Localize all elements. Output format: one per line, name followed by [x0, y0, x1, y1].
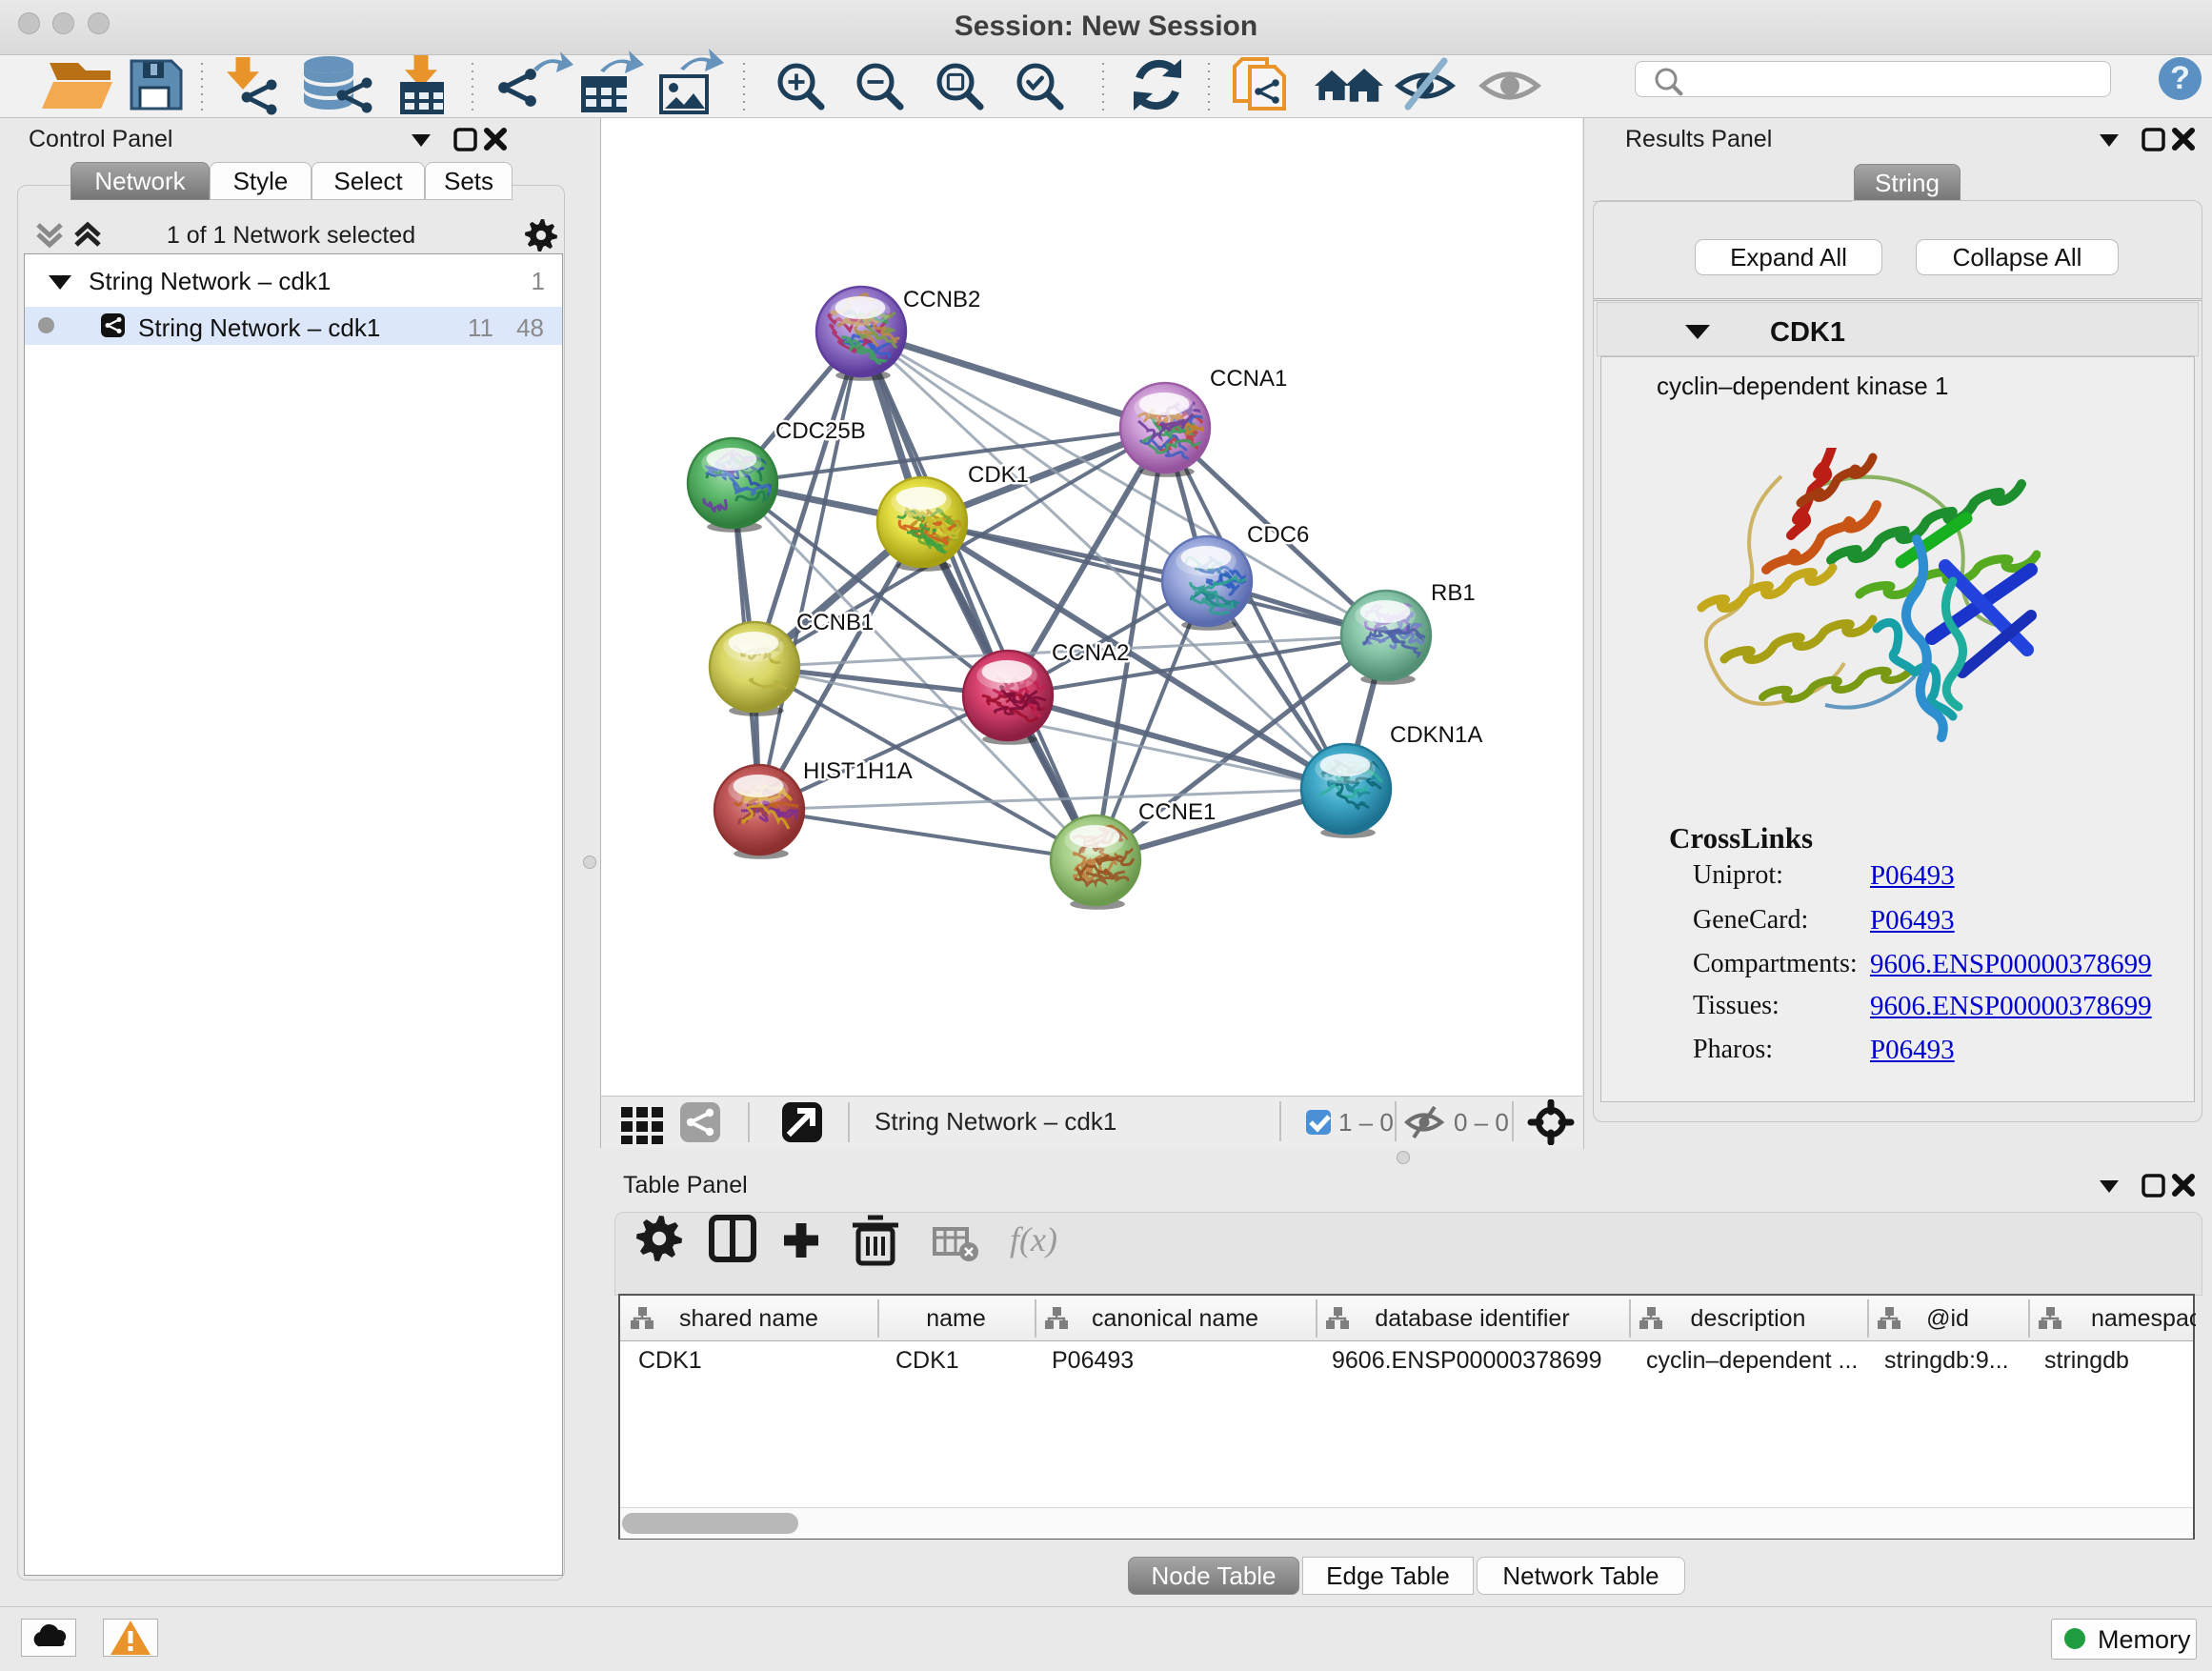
svg-text:CDK1: CDK1: [968, 462, 1029, 488]
svg-text:CCNB2: CCNB2: [903, 287, 980, 312]
svg-text:HIST1H1A: HIST1H1A: [803, 758, 913, 784]
svg-text:CDC25B: CDC25B: [775, 418, 866, 444]
svg-text:CCNE1: CCNE1: [1138, 799, 1216, 825]
svg-text:CDC6: CDC6: [1247, 522, 1309, 548]
svg-text:CCNB1: CCNB1: [796, 610, 874, 635]
svg-text:CCNA1: CCNA1: [1210, 366, 1287, 392]
svg-text:RB1: RB1: [1431, 580, 1476, 606]
svg-text:1 – 0: 1 – 0: [1338, 1108, 1394, 1137]
svg-text:CCNA2: CCNA2: [1052, 640, 1129, 666]
svg-text:0 – 0: 0 – 0: [1454, 1108, 1509, 1137]
svg-text:CDKN1A: CDKN1A: [1390, 722, 1482, 748]
